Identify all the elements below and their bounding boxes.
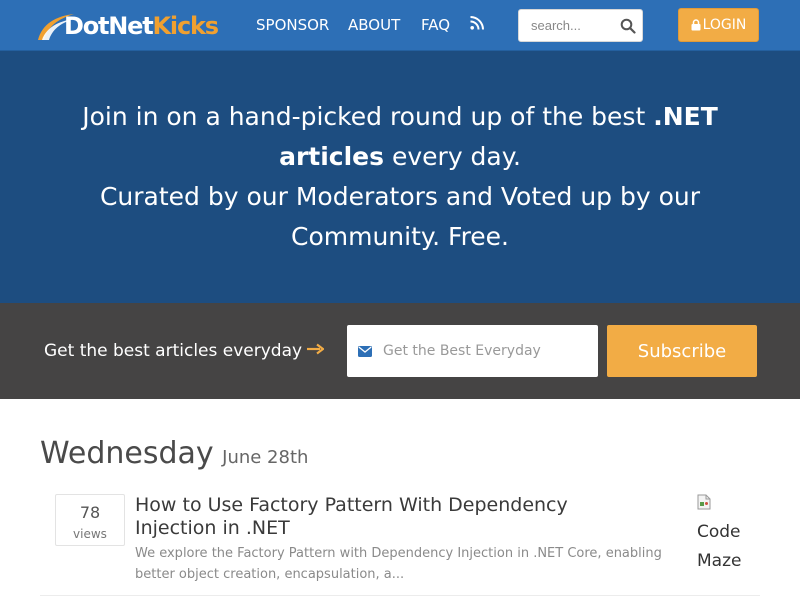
arrow-right-icon <box>307 343 325 355</box>
views-count: 78 <box>79 503 101 522</box>
subscribe-button[interactable]: Subscribe <box>607 325 757 377</box>
login-label: LOGIN <box>702 17 747 33</box>
article-description: We explore the Factory Pattern with Depe… <box>135 546 662 582</box>
source-alt-word-2: Maze <box>697 551 742 571</box>
hero-line2: Curated by our Moderators and Voted up b… <box>99 182 701 251</box>
search-icon[interactable] <box>620 18 636 34</box>
day-heading: Wednesday June 28th <box>40 436 308 471</box>
hero-line1-post: every day. <box>384 142 521 171</box>
subscribe-label-text: Get the best articles everyday <box>44 341 303 361</box>
logo-text-kicks: Kicks <box>152 12 220 40</box>
logo-text: DotNetKicks <box>64 8 220 44</box>
views-label: views <box>73 527 107 541</box>
site-logo[interactable]: DotNetKicks <box>36 8 220 44</box>
day-date: June 28th <box>222 447 309 468</box>
hero-line1-pre: Join in on a hand-picked round up of the… <box>82 102 654 131</box>
nav-faq-link[interactable]: FAQ <box>421 15 450 35</box>
email-field[interactable] <box>383 325 593 377</box>
day-name: Wednesday <box>40 436 214 471</box>
search-box <box>518 9 643 42</box>
logo-text-dotnet: DotNet <box>64 12 154 40</box>
source-alt-text: Code Maze <box>697 518 741 576</box>
lock-icon <box>691 19 701 31</box>
login-button[interactable]: LOGIN <box>678 8 759 42</box>
hero-banner: Join in on a hand-picked round up of the… <box>0 51 800 303</box>
search-input[interactable] <box>519 10 617 41</box>
article-item: 78 views How to Use Factory Pattern With… <box>40 488 760 596</box>
subscribe-label: Get the best articles everyday <box>44 340 325 362</box>
nav-sponsor-link[interactable]: SPONSOR <box>256 15 329 35</box>
source-logo-image[interactable]: Code Maze <box>697 494 757 574</box>
nav-about-link[interactable]: ABOUT <box>348 15 400 35</box>
subscribe-bar: Get the best articles everyday Subscribe <box>0 303 800 399</box>
views-counter: 78 views <box>55 494 125 546</box>
email-field-box <box>347 325 598 377</box>
hero-tagline: Join in on a hand-picked round up of the… <box>40 97 760 257</box>
rss-icon[interactable] <box>470 16 484 30</box>
article-title-link[interactable]: How to Use Factory Pattern With Dependen… <box>135 494 615 540</box>
envelope-icon <box>358 346 372 357</box>
top-navbar: DotNetKicks SPONSOR ABOUT FAQ LOGIN <box>0 0 800 51</box>
broken-image-icon <box>697 494 711 510</box>
source-alt-word-1: Code <box>697 522 741 542</box>
